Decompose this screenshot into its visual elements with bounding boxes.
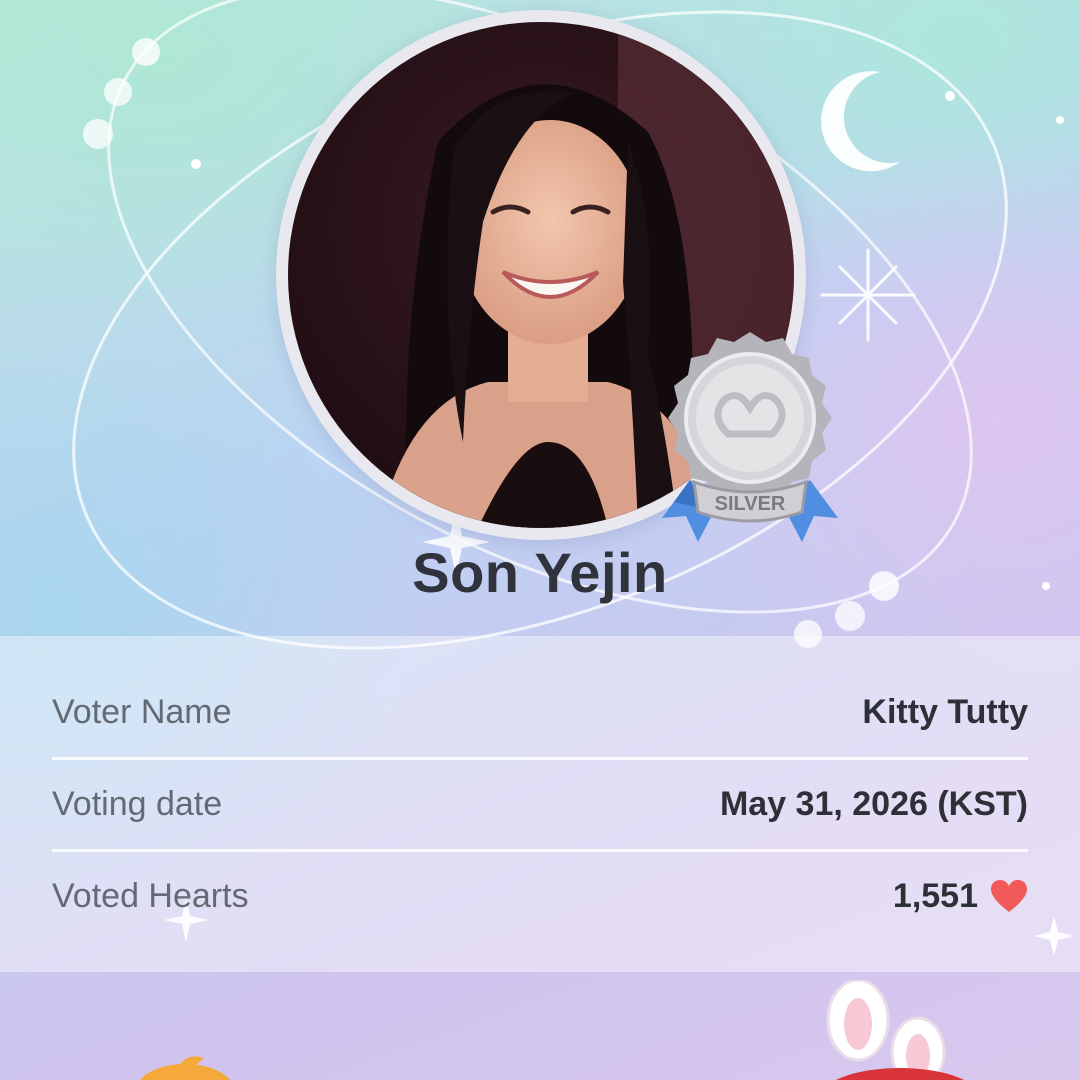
heart-icon: [990, 879, 1028, 913]
idol-name: Son Yejin: [412, 541, 668, 604]
vote-info-panel: Voter Name Kitty Tutty Voting date May 3…: [0, 636, 1080, 972]
voted-hearts-value-group: 1,551: [893, 877, 1028, 916]
badge-label: SILVER: [715, 493, 786, 515]
voter-name-row: Voter Name Kitty Tutty: [52, 666, 1028, 758]
silver-medal-icon: SILVER: [650, 330, 850, 550]
voted-hearts-row: Voted Hearts 1,551: [52, 850, 1028, 942]
voting-date-row: Voting date May 31, 2026 (KST): [52, 758, 1028, 850]
bottom-decoration: [139, 980, 964, 1080]
bunny-icon: [826, 980, 964, 1080]
voter-name-value: Kitty Tutty: [862, 692, 1028, 731]
orange-character-icon: [139, 1056, 231, 1080]
voter-name-label: Voter Name: [52, 692, 232, 731]
voting-date-value: May 31, 2026 (KST): [719, 784, 1028, 823]
voted-hearts-value: 1,551: [892, 876, 978, 915]
voting-date-label: Voting date: [52, 784, 223, 823]
voted-hearts-label: Voted Hearts: [52, 876, 249, 915]
